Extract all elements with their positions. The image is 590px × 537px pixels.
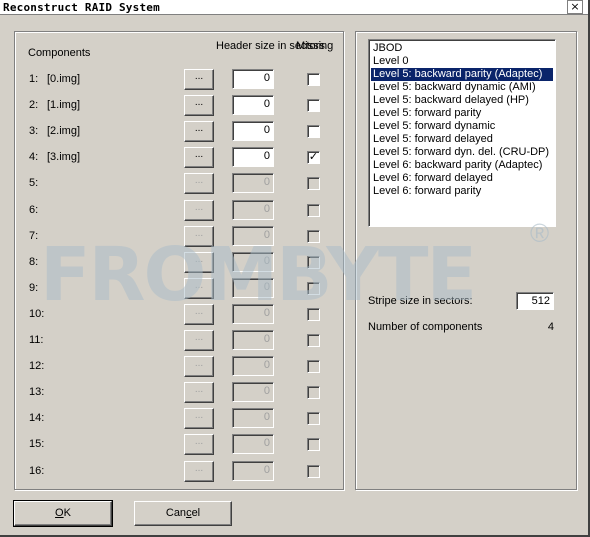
component-number: 15: [29,438,45,451]
missing-header: Missing [296,40,334,52]
header-size-input[interactable]: 0 [232,382,274,403]
raid-type-item[interactable]: Level 5: forward dynamic [371,120,553,133]
missing-checkbox[interactable] [307,412,320,426]
missing-checkbox[interactable] [307,177,320,191]
browse-button[interactable]: ... [184,251,214,273]
component-name: [3.img] [47,151,81,164]
component-name: [1.img] [47,99,81,112]
browse-button[interactable]: ... [184,303,214,325]
header-size-input[interactable]: 0 [232,434,274,455]
component-number: 2: [29,99,39,112]
component-number: 7: [29,229,39,242]
raid-type-item[interactable]: JBOD [371,42,553,55]
missing-checkbox[interactable] [307,73,320,86]
check-icon: ✓ [308,151,319,164]
browse-button[interactable]: ... [184,173,214,195]
missing-checkbox[interactable] [307,360,320,374]
missing-checkbox[interactable] [307,307,320,321]
header-size-input[interactable]: 0 [232,460,274,481]
component-number: 13: [29,386,45,399]
header-size-input[interactable]: 0 [232,121,274,142]
browse-button[interactable]: ... [184,460,214,482]
missing-checkbox[interactable] [307,229,320,243]
close-icon[interactable]: × [567,0,583,14]
component-number: 3: [29,125,39,138]
component-number: 10: [29,307,45,320]
raid-type-item[interactable]: Level 5: backward parity (Adaptec) [371,68,553,81]
raid-type-list[interactable]: JBOD Level 0 Level 5: backward parity (Ada… [368,39,556,227]
missing-checkbox[interactable]: ✓ [307,151,320,165]
header-size-input[interactable]: 0 [232,303,274,324]
browse-button[interactable]: ... [184,199,214,221]
ok-label-rest: K [63,507,71,519]
missing-checkbox[interactable] [307,464,320,478]
raid-type-item[interactable]: Level 5: forward dyn. del. (CRU-DP) [371,146,553,159]
component-number: 14: [29,412,45,425]
browse-button[interactable]: ... [184,225,214,247]
reconstruct-raid-dialog: Reconstruct RAID System × Components Hea… [0,0,590,537]
browse-button[interactable]: ... [184,147,214,169]
stripe-size-label: Stripe size in sectors: [368,295,473,307]
raid-type-item[interactable]: Level 0 [371,55,553,68]
stripe-size-input[interactable]: 512 [516,292,554,310]
header-size-input[interactable]: 0 [232,173,274,194]
ok-hotkey: O [55,507,64,519]
raid-type-item[interactable]: Level 5: backward dynamic (AMI) [371,81,553,94]
header-size-header: Header size in sectors [216,40,325,52]
missing-checkbox[interactable] [307,334,320,347]
header-size-input[interactable]: 0 [232,330,274,350]
cancel-button[interactable]: Cancel [134,501,232,526]
component-number: 12: [29,360,45,373]
browse-button[interactable]: ... [184,277,214,299]
title-bar[interactable]: Reconstruct RAID System × [0,0,588,15]
component-number: 5: [29,177,39,190]
header-size-input[interactable]: 0 [232,277,274,298]
browse-button[interactable]: ... [184,434,214,456]
missing-checkbox[interactable] [307,99,320,113]
header-size-input[interactable]: 0 [232,95,274,116]
browse-button[interactable]: ... [184,95,214,117]
component-name: [2.img] [47,125,81,138]
header-size-input[interactable]: 0 [232,356,274,377]
browse-button[interactable]: ... [184,408,214,430]
number-of-components-label: Number of components [368,321,483,333]
cancel-label-rest: el [191,507,201,519]
header-size-input[interactable]: 0 [232,251,274,272]
raid-type-item[interactable]: Level 5: backward delayed (HP) [371,94,553,107]
ok-button[interactable]: OK [13,500,113,527]
component-number: 9: [29,281,39,294]
browse-button[interactable]: ... [184,356,214,378]
browse-button[interactable]: ... [184,382,214,404]
header-size-input[interactable]: 0 [232,408,274,429]
components-header: Components [28,47,91,59]
missing-checkbox[interactable] [307,386,320,400]
number-of-components-value: 4 [547,321,554,333]
browse-button[interactable]: ... [184,121,214,143]
missing-checkbox[interactable] [307,281,320,295]
raid-type-item[interactable]: Level 5: forward parity [371,107,553,120]
cancel-label-pre: Can [165,507,187,519]
component-number: 8: [29,255,39,268]
component-name: [0.img] [47,73,81,85]
header-size-input[interactable]: 0 [232,199,274,220]
browse-button[interactable]: ... [184,69,214,90]
missing-checkbox[interactable] [307,438,320,452]
component-number: 1: [29,73,39,85]
raid-type-item[interactable]: Level 6: backward parity (Adaptec) [371,159,553,172]
raid-type-item[interactable]: Level 6: forward parity [371,185,553,198]
browse-button[interactable]: ... [184,330,214,351]
component-number: 4: [29,151,39,164]
header-size-input[interactable]: 0 [232,147,274,168]
raid-type-item[interactable]: Level 5: forward delayed [371,133,553,146]
component-number: 16: [29,464,45,477]
header-size-input[interactable]: 0 [232,225,274,246]
missing-checkbox[interactable] [307,203,320,217]
component-number: 11: [29,334,44,346]
missing-checkbox[interactable] [307,125,320,139]
raid-type-item[interactable]: Level 6: forward delayed [371,172,553,185]
component-number: 6: [29,203,39,216]
window-title: Reconstruct RAID System [3,1,160,14]
missing-checkbox[interactable] [307,255,320,269]
header-size-input[interactable]: 0 [232,69,274,89]
